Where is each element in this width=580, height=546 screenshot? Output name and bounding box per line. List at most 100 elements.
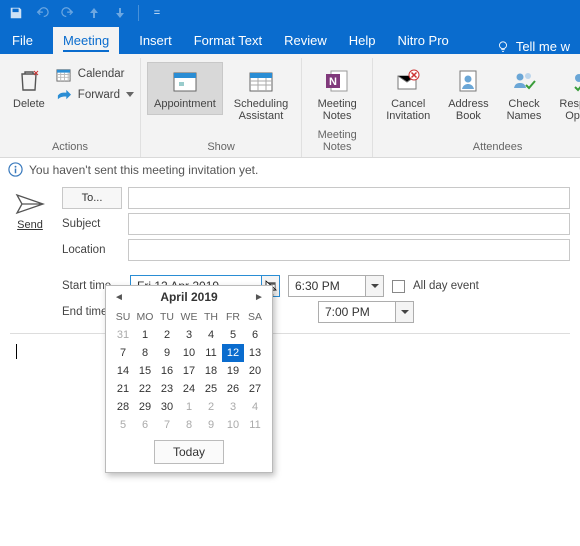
- address-book-icon: [454, 67, 482, 95]
- datepicker-day[interactable]: 21: [112, 380, 134, 398]
- scheduling-icon: [247, 67, 275, 95]
- datepicker-day[interactable]: 19: [222, 362, 244, 380]
- info-bar: You haven't sent this meeting invitation…: [0, 158, 580, 181]
- send-button[interactable]: Send: [17, 219, 43, 231]
- tell-me[interactable]: Tell me w: [496, 39, 570, 54]
- chevron-down-icon[interactable]: [395, 302, 413, 322]
- datepicker-day[interactable]: 30: [156, 398, 178, 416]
- subject-input[interactable]: [128, 213, 570, 235]
- datepicker-day[interactable]: 3: [222, 398, 244, 416]
- datepicker-day[interactable]: 3: [178, 326, 200, 344]
- datepicker-day[interactable]: 24: [178, 380, 200, 398]
- datepicker-day[interactable]: 6: [134, 416, 156, 434]
- to-button[interactable]: To...: [62, 187, 122, 209]
- info-icon: [8, 162, 23, 177]
- datepicker-day[interactable]: 16: [156, 362, 178, 380]
- meeting-notes-button[interactable]: N Meeting Notes: [308, 62, 366, 127]
- datepicker-day[interactable]: 12: [222, 344, 244, 362]
- datepicker-day[interactable]: 10: [178, 344, 200, 362]
- redo-icon[interactable]: [56, 1, 80, 25]
- meeting-form: Send To... Subject Location Start time F…: [0, 181, 580, 323]
- to-input[interactable]: [128, 187, 570, 209]
- datepicker-day[interactable]: 6: [244, 326, 266, 344]
- appointment-icon: [171, 67, 199, 95]
- tab-meeting[interactable]: Meeting: [53, 27, 119, 54]
- forward-button[interactable]: Forward: [56, 87, 134, 103]
- datepicker-day[interactable]: 20: [244, 362, 266, 380]
- datepicker-day[interactable]: 26: [222, 380, 244, 398]
- datepicker-day[interactable]: 2: [200, 398, 222, 416]
- scheduling-assistant-button[interactable]: Scheduling Assistant: [227, 62, 295, 127]
- datepicker-day[interactable]: 14: [112, 362, 134, 380]
- datepicker-day[interactable]: 22: [134, 380, 156, 398]
- datepicker-day[interactable]: 13: [244, 344, 266, 362]
- today-button[interactable]: Today: [154, 440, 224, 464]
- message-body[interactable]: [10, 333, 570, 533]
- cancel-invitation-button[interactable]: Cancel Invitation: [379, 62, 437, 127]
- check-names-button[interactable]: Check Names: [500, 62, 549, 127]
- tab-file[interactable]: File: [10, 27, 35, 54]
- datepicker-day[interactable]: 23: [156, 380, 178, 398]
- datepicker-day-header: TU: [156, 308, 178, 326]
- onenote-icon: N: [323, 67, 351, 95]
- datepicker-day[interactable]: 1: [178, 398, 200, 416]
- datepicker-day[interactable]: 27: [244, 380, 266, 398]
- datepicker-day[interactable]: 9: [200, 416, 222, 434]
- response-options-button[interactable]: Response Options: [552, 62, 580, 133]
- datepicker-day-header: SA: [244, 308, 266, 326]
- datepicker-day-header: SU: [112, 308, 134, 326]
- datepicker-day[interactable]: 10: [222, 416, 244, 434]
- save-icon[interactable]: [4, 1, 28, 25]
- datepicker-day[interactable]: 8: [178, 416, 200, 434]
- undo-icon[interactable]: [30, 1, 54, 25]
- datepicker-day[interactable]: 15: [134, 362, 156, 380]
- tab-help[interactable]: Help: [347, 27, 378, 54]
- datepicker-day[interactable]: 18: [200, 362, 222, 380]
- group-show: Appointment Scheduling Assistant Show: [141, 58, 302, 157]
- info-text: You haven't sent this meeting invitation…: [29, 163, 258, 177]
- calendar-button[interactable]: Calendar: [56, 66, 134, 82]
- location-input[interactable]: [128, 239, 570, 261]
- delete-button[interactable]: Delete: [6, 62, 52, 115]
- appointment-button[interactable]: Appointment: [147, 62, 223, 115]
- datepicker-day[interactable]: 29: [134, 398, 156, 416]
- datepicker-day-header: FR: [222, 308, 244, 326]
- datepicker-day[interactable]: 1: [134, 326, 156, 344]
- datepicker-day[interactable]: 17: [178, 362, 200, 380]
- down-arrow-icon: [108, 1, 132, 25]
- datepicker-day-header: MO: [134, 308, 156, 326]
- svg-text:N: N: [329, 76, 337, 88]
- response-options-icon: [570, 67, 580, 95]
- all-day-checkbox[interactable]: [392, 280, 405, 293]
- datepicker-day[interactable]: 31: [112, 326, 134, 344]
- datepicker-day[interactable]: 9: [156, 344, 178, 362]
- address-book-button[interactable]: Address Book: [441, 62, 495, 127]
- datepicker-day-header: TH: [200, 308, 222, 326]
- datepicker-day[interactable]: 11: [244, 416, 266, 434]
- datepicker-day[interactable]: 8: [134, 344, 156, 362]
- next-month-icon[interactable]: ►: [252, 292, 266, 303]
- datepicker-day[interactable]: 5: [112, 416, 134, 434]
- chevron-down-icon[interactable]: [365, 276, 383, 296]
- datepicker-day[interactable]: 25: [200, 380, 222, 398]
- datepicker-day[interactable]: 4: [244, 398, 266, 416]
- cancel-invitation-icon: [394, 67, 422, 95]
- datepicker-day[interactable]: 5: [222, 326, 244, 344]
- datepicker-day[interactable]: 4: [200, 326, 222, 344]
- tab-format-text[interactable]: Format Text: [192, 27, 264, 54]
- prev-month-icon[interactable]: ◄: [112, 292, 126, 303]
- tab-insert[interactable]: Insert: [137, 27, 174, 54]
- customize-qat-icon[interactable]: =: [145, 1, 169, 25]
- group-meeting-notes: N Meeting Notes Meeting Notes: [302, 58, 373, 157]
- start-time-combo[interactable]: 6:30 PM: [288, 275, 384, 297]
- datepicker-day[interactable]: 11: [200, 344, 222, 362]
- tab-review[interactable]: Review: [282, 27, 329, 54]
- datepicker-day[interactable]: 28: [112, 398, 134, 416]
- date-picker: ◄ April 2019 ► SUMOTUWETHFRSA31123456789…: [105, 285, 273, 473]
- datepicker-day[interactable]: 2: [156, 326, 178, 344]
- tab-nitro-pro[interactable]: Nitro Pro: [395, 27, 450, 54]
- send-icon[interactable]: [15, 193, 45, 215]
- datepicker-day[interactable]: 7: [156, 416, 178, 434]
- end-time-combo[interactable]: 7:00 PM: [318, 301, 414, 323]
- datepicker-day[interactable]: 7: [112, 344, 134, 362]
